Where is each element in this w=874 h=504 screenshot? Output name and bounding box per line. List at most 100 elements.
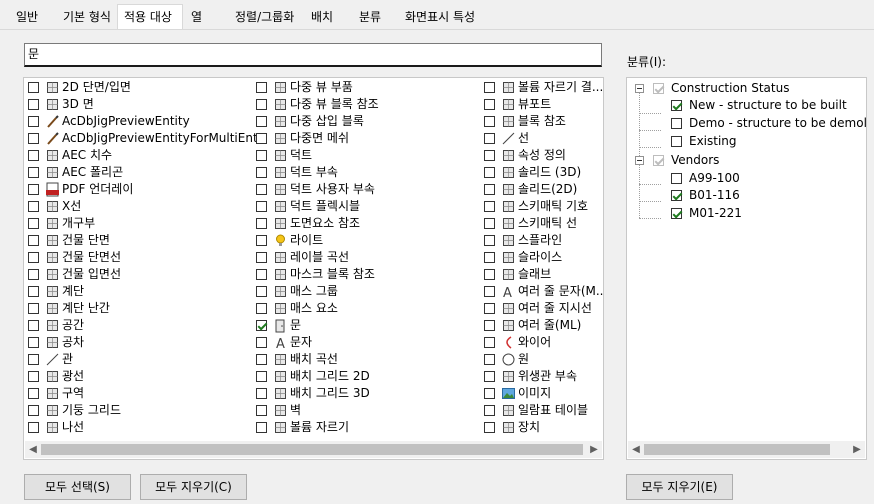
object-type-item[interactable]: 건물 단면 — [28, 232, 256, 249]
classification-tree[interactable]: Construction Status New - structure to b… — [626, 77, 867, 460]
item-checkbox[interactable] — [256, 82, 267, 93]
item-checkbox[interactable] — [256, 252, 267, 263]
object-type-item[interactable]: 관 — [28, 351, 256, 368]
object-type-item[interactable]: PDF 언더레이 — [28, 181, 256, 198]
item-checkbox[interactable] — [484, 218, 495, 229]
item-checkbox[interactable] — [256, 286, 267, 297]
item-checkbox[interactable] — [28, 337, 39, 348]
item-checkbox[interactable] — [256, 337, 267, 348]
object-type-item[interactable]: 덕트 — [256, 147, 484, 164]
item-checkbox[interactable] — [484, 252, 495, 263]
object-type-item[interactable]: 슬라이스 — [484, 249, 603, 266]
object-type-item[interactable]: 계단 — [28, 283, 256, 300]
object-type-item[interactable]: A 문자 — [256, 334, 484, 351]
object-type-item[interactable]: 2D 단면/입면 — [28, 79, 256, 96]
item-checkbox[interactable] — [484, 201, 495, 212]
object-type-item[interactable]: X선 — [28, 198, 256, 215]
object-type-item[interactable]: 스플라인 — [484, 232, 603, 249]
select-all-button[interactable]: 모두 선택(S) — [24, 474, 131, 500]
item-checkbox[interactable] — [484, 422, 495, 433]
object-type-item[interactable]: 나선 — [28, 419, 256, 436]
tree-checkbox[interactable] — [653, 155, 664, 166]
object-type-item[interactable]: 와이어 — [484, 334, 603, 351]
object-type-item[interactable]: 여러 줄 지시선 — [484, 300, 603, 317]
tab-columns[interactable]: 열 — [183, 6, 227, 29]
tree-checkbox[interactable] — [671, 208, 682, 219]
object-type-item[interactable]: 매스 요소 — [256, 300, 484, 317]
item-checkbox[interactable] — [256, 116, 267, 127]
object-type-item[interactable]: 뷰포트 — [484, 96, 603, 113]
tab-display-props[interactable]: 화면표시 특성 — [397, 6, 487, 29]
object-type-item[interactable]: 공간 — [28, 317, 256, 334]
object-type-item[interactable]: 3D 면 — [28, 96, 256, 113]
item-checkbox[interactable] — [256, 184, 267, 195]
object-type-item[interactable]: 구역 — [28, 385, 256, 402]
object-type-item[interactable]: 솔리드(2D) — [484, 181, 603, 198]
item-checkbox[interactable] — [484, 133, 495, 144]
object-type-item[interactable]: 문 — [256, 317, 484, 334]
tree-checkbox[interactable] — [671, 118, 682, 129]
item-checkbox[interactable] — [28, 286, 39, 297]
object-type-item[interactable]: 다중 삽입 블록 — [256, 113, 484, 130]
object-type-item[interactable]: AEC 폴리곤 — [28, 164, 256, 181]
item-checkbox[interactable] — [484, 116, 495, 127]
tree-horizontal-scrollbar[interactable]: ◀ ▶ — [628, 441, 865, 458]
object-type-item[interactable]: 블록 참조 — [484, 113, 603, 130]
tab-classification[interactable]: 분류 — [351, 6, 397, 29]
item-checkbox[interactable] — [484, 320, 495, 331]
object-type-item[interactable]: 공차 — [28, 334, 256, 351]
tree-checkbox[interactable] — [671, 173, 682, 184]
object-type-item[interactable]: 건물 단면선 — [28, 249, 256, 266]
item-checkbox[interactable] — [256, 235, 267, 246]
item-checkbox[interactable] — [256, 320, 267, 331]
object-type-item[interactable]: 위생관 부속 — [484, 368, 603, 385]
object-type-item[interactable]: 선 — [484, 130, 603, 147]
object-type-item[interactable]: 솔리드 (3D) — [484, 164, 603, 181]
item-checkbox[interactable] — [256, 371, 267, 382]
item-checkbox[interactable] — [28, 422, 39, 433]
collapse-icon[interactable] — [635, 156, 644, 165]
item-checkbox[interactable] — [28, 354, 39, 365]
tree-checkbox[interactable] — [671, 190, 682, 201]
item-checkbox[interactable] — [256, 388, 267, 399]
item-checkbox[interactable] — [484, 286, 495, 297]
item-checkbox[interactable] — [28, 252, 39, 263]
item-checkbox[interactable] — [484, 405, 495, 416]
item-checkbox[interactable] — [28, 99, 39, 110]
object-type-item[interactable]: 개구부 — [28, 215, 256, 232]
object-type-item[interactable]: 원 — [484, 351, 603, 368]
object-type-item[interactable]: 볼륨 자르기 결... — [484, 79, 603, 96]
object-type-item[interactable]: 배치 그리드 3D — [256, 385, 484, 402]
item-checkbox[interactable] — [28, 201, 39, 212]
scroll-left-icon[interactable]: ◀ — [25, 441, 41, 458]
object-type-item[interactable]: 마스크 블록 참조 — [256, 266, 484, 283]
collapse-icon[interactable] — [635, 84, 644, 93]
item-checkbox[interactable] — [484, 167, 495, 178]
tree-checkbox[interactable] — [653, 83, 664, 94]
item-checkbox[interactable] — [484, 99, 495, 110]
item-checkbox[interactable] — [256, 133, 267, 144]
object-type-item[interactable]: 슬래브 — [484, 266, 603, 283]
item-checkbox[interactable] — [28, 133, 39, 144]
object-type-item[interactable]: AcDbJigPreviewEntity — [28, 113, 256, 130]
item-checkbox[interactable] — [484, 354, 495, 365]
object-type-item[interactable]: 매스 그룹 — [256, 283, 484, 300]
tab-sort-group[interactable]: 정렬/그룹화 — [227, 6, 303, 29]
scroll-left-icon[interactable]: ◀ — [628, 441, 644, 458]
object-type-item[interactable]: 덕트 플렉시블 — [256, 198, 484, 215]
object-type-item[interactable]: 장치 — [484, 419, 603, 436]
scroll-thumb[interactable] — [644, 444, 830, 455]
object-type-item[interactable]: 배치 곡선 — [256, 351, 484, 368]
object-type-item[interactable]: 광선 — [28, 368, 256, 385]
object-type-item[interactable]: 도면요소 참조 — [256, 215, 484, 232]
tab-layout[interactable]: 배치 — [303, 6, 351, 29]
item-checkbox[interactable] — [28, 388, 39, 399]
object-type-item[interactable]: 계단 난간 — [28, 300, 256, 317]
object-type-item[interactable]: 다중 뷰 부품 — [256, 79, 484, 96]
scroll-right-icon[interactable]: ▶ — [849, 441, 865, 458]
item-checkbox[interactable] — [256, 218, 267, 229]
object-type-item[interactable]: 여러 줄(ML) — [484, 317, 603, 334]
item-checkbox[interactable] — [256, 303, 267, 314]
tree-checkbox[interactable] — [671, 100, 682, 111]
item-checkbox[interactable] — [256, 167, 267, 178]
